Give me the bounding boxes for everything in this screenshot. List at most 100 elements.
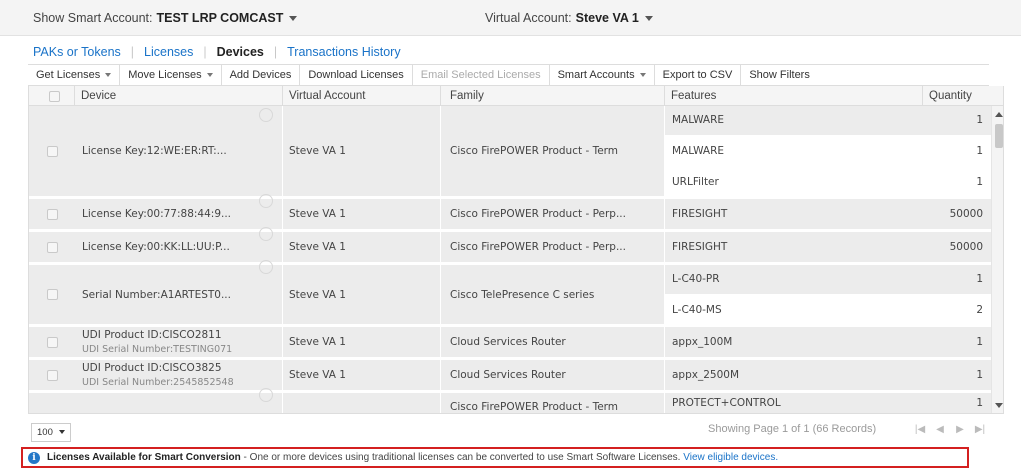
status-ring-icon — [259, 388, 273, 402]
show-filters-button[interactable]: Show Filters — [741, 65, 818, 85]
features-cell: FIRESIGHT — [665, 232, 923, 262]
column-header-device[interactable]: Device — [75, 86, 283, 106]
virtual-account-cell: Steve VA 1 — [283, 360, 441, 390]
page-size-select[interactable]: 100 — [31, 423, 71, 442]
move-licenses-label: Move Licenses — [128, 69, 202, 81]
tab-separator: | — [273, 45, 278, 59]
row-checkbox[interactable] — [46, 241, 58, 253]
row-checkbox[interactable] — [46, 208, 58, 220]
quantity-cell: 1 — [923, 327, 991, 357]
feature-item: MALWARE — [665, 106, 923, 137]
virtual-account-cell: Steve VA 1 — [283, 232, 441, 262]
column-header-quantity[interactable]: Quantity — [923, 86, 1003, 106]
quantity-value: 50000 — [923, 199, 991, 229]
feature-item: L-C40-PR — [665, 265, 923, 296]
row-select-cell — [29, 199, 75, 229]
chevron-down-icon — [206, 73, 213, 78]
column-header-virtual-account[interactable]: Virtual Account — [283, 86, 441, 106]
table-row[interactable]: UDI Product ID:CISCO3825 UDI Serial Numb… — [29, 360, 991, 393]
action-toolbar: Get Licenses Move Licenses Add Devices Down… — [28, 64, 989, 86]
feature-item: L-C40-MS — [665, 295, 923, 324]
select-all-cell — [29, 86, 75, 106]
feature-item: appx_2500M — [665, 360, 923, 390]
feature-item: FIRESIGHT — [665, 199, 923, 229]
chevron-down-icon — [644, 16, 653, 22]
column-header-features[interactable]: Features — [665, 86, 923, 106]
next-page-icon[interactable]: ▶ — [950, 424, 970, 435]
smart-accounts-button[interactable]: Smart Accounts — [550, 65, 655, 85]
status-ring-icon — [259, 260, 273, 274]
view-eligible-devices-link[interactable]: View eligible devices. — [683, 452, 778, 463]
prev-page-icon[interactable]: ◀ — [930, 424, 950, 435]
row-checkbox[interactable] — [46, 336, 58, 348]
select-all-checkbox[interactable] — [49, 90, 60, 102]
quantity-value: 1 — [923, 136, 991, 168]
column-header-family[interactable]: Family — [441, 86, 665, 106]
devices-table: Device Virtual Account Family Features Q… — [28, 86, 1004, 414]
table-row[interactable]: License Key:12:WE:ER:RT:... Steve VA 1 C… — [29, 106, 991, 199]
device-name: UDI Product ID:CISCO3825 — [82, 362, 222, 374]
table-row[interactable]: Serial Number:A1ARTEST0... Steve VA 1 Ci… — [29, 260, 991, 327]
feature-item: MALWARE — [665, 136, 923, 168]
first-page-icon[interactable]: |◀ — [910, 424, 930, 435]
table-row[interactable]: License Key:00:77:88:44:9... Steve VA 1 … — [29, 194, 991, 232]
email-selected-licenses-button[interactable]: Email Selected Licenses — [413, 65, 550, 85]
status-ring-icon — [259, 194, 273, 208]
quantity-cell: 1 — [923, 360, 991, 390]
chevron-down-icon — [289, 16, 298, 22]
feature-item: URLFilter — [665, 167, 923, 196]
smart-account-label: Show Smart Account: — [33, 11, 153, 25]
export-to-csv-button[interactable]: Export to CSV — [655, 65, 742, 85]
tab-paks-or-tokens[interactable]: PAKs or Tokens — [33, 45, 121, 59]
smart-accounts-label: Smart Accounts — [557, 69, 635, 81]
tab-licenses[interactable]: Licenses — [144, 45, 193, 59]
smart-account-selector[interactable]: Show Smart Account: TEST LRP COMCAST — [33, 11, 298, 25]
tab-separator: | — [203, 45, 207, 59]
family-cell: Cisco TelePresence C series — [441, 265, 665, 324]
chevron-down-icon — [58, 430, 65, 435]
row-select-cell — [29, 265, 75, 324]
move-licenses-button[interactable]: Move Licenses — [120, 65, 222, 85]
get-licenses-label: Get Licenses — [36, 69, 101, 81]
chevron-down-icon — [639, 73, 646, 78]
quantity-value: 1 — [923, 265, 991, 296]
features-cell: appx_100M — [665, 327, 923, 357]
status-ring-icon — [259, 108, 273, 122]
status-ring-icon — [259, 227, 273, 241]
device-serial: UDI Serial Number:2545852548 — [82, 377, 234, 388]
table-row[interactable]: UDI Product ID:CISCO2811 UDI Serial Numb… — [29, 327, 991, 360]
add-devices-button[interactable]: Add Devices — [222, 65, 301, 85]
features-cell: MALWARE MALWARE URLFilter — [665, 106, 923, 196]
device-name: License Key:12:WE:ER:RT:... — [82, 145, 227, 157]
table-row[interactable]: License Key:00:KK:LL:UU:P... Steve VA 1 … — [29, 227, 991, 265]
virtual-account-selector[interactable]: Virtual Account: Steve VA 1 — [485, 11, 653, 25]
family-cell: Cloud Services Router — [441, 327, 665, 357]
tab-transactions-history[interactable]: Transactions History — [287, 45, 400, 59]
get-licenses-button[interactable]: Get Licenses — [28, 65, 121, 85]
row-checkbox[interactable] — [46, 289, 58, 300]
row-checkbox[interactable] — [46, 369, 58, 381]
vertical-scrollbar[interactable] — [991, 106, 1003, 413]
virtual-account-label: Virtual Account: — [485, 11, 572, 25]
device-cell — [75, 393, 283, 413]
smart-conversion-notice: i Licenses Available for Smart Conversio… — [21, 447, 969, 468]
tab-devices[interactable]: Devices — [217, 45, 264, 59]
quantity-value: 1 — [923, 360, 991, 390]
last-page-icon[interactable]: ▶| — [970, 424, 990, 435]
scroll-down-arrow-icon[interactable] — [995, 403, 1003, 408]
download-licenses-button[interactable]: Download Licenses — [300, 65, 413, 85]
scroll-up-arrow-icon[interactable] — [995, 112, 1003, 117]
quantity-cell: 1 2 — [923, 265, 991, 324]
feature-item: appx_100M — [665, 327, 923, 357]
row-checkbox[interactable] — [46, 145, 58, 157]
feature-item: PROTECT+CONTROL — [665, 393, 923, 413]
account-header: Show Smart Account: TEST LRP COMCAST Virt… — [0, 0, 1021, 36]
device-name: License Key:00:77:88:44:9... — [82, 208, 232, 220]
quantity-value: 50000 — [923, 232, 991, 262]
quantity-value: 1 — [923, 167, 991, 196]
family-cell: Cisco FirePOWER Product - Perp... — [441, 232, 665, 262]
smart-account-value: TEST LRP COMCAST — [156, 11, 284, 25]
table-row[interactable]: Cisco FirePOWER Product - Term PROTECT+C… — [29, 388, 991, 413]
scrollbar-thumb[interactable] — [995, 124, 1003, 148]
page-size-value: 100 — [37, 427, 53, 438]
